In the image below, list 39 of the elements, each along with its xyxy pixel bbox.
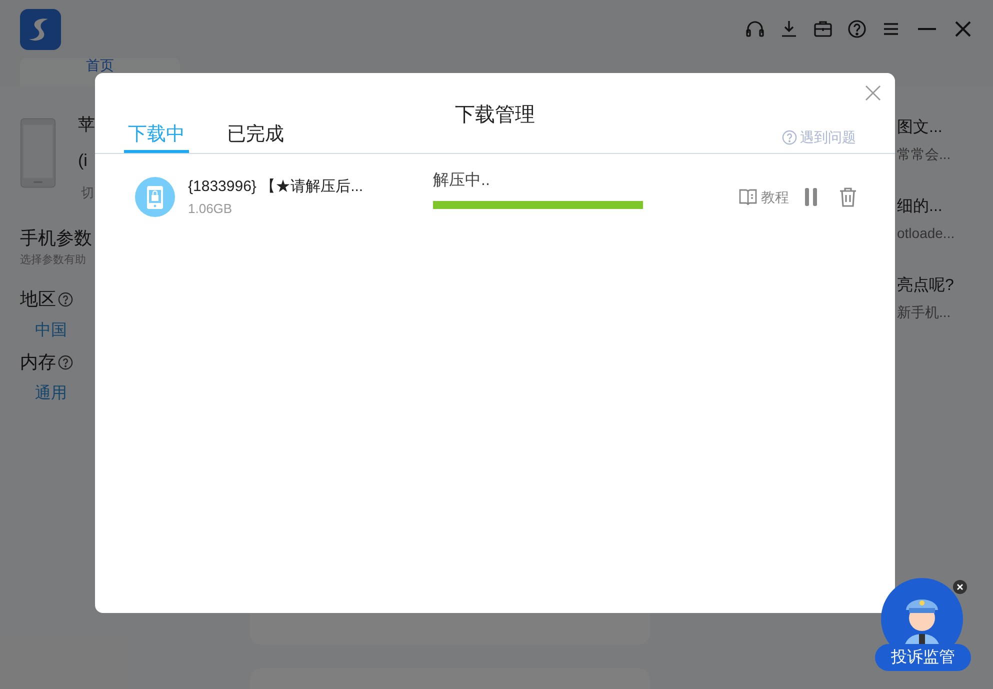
logo-icon xyxy=(20,8,61,50)
article-summary: 新手机... xyxy=(897,303,952,322)
dialog-title: 下载管理 xyxy=(455,103,535,128)
help-icon[interactable] xyxy=(58,355,73,370)
trash-icon[interactable] xyxy=(839,187,857,207)
file-size: 1.06GB xyxy=(188,200,234,218)
help-icon[interactable] xyxy=(847,19,867,39)
article-title[interactable]: 图文... xyxy=(897,116,993,140)
field-value[interactable]: 中国 xyxy=(20,319,95,343)
briefcase-icon[interactable] xyxy=(813,19,833,39)
switch-link[interactable]: 切 xyxy=(78,183,95,202)
pause-icon[interactable] xyxy=(803,188,819,206)
locked-phone-icon xyxy=(135,177,175,217)
help-text: 遇到问题 xyxy=(800,128,856,147)
field-label: 地区 xyxy=(20,288,56,311)
headphones-icon[interactable] xyxy=(745,19,765,39)
dialog-tab[interactable]: 下载中 xyxy=(124,120,189,153)
complaint-label: 投诉监管 xyxy=(875,644,971,671)
device-name: 苹 xyxy=(78,114,95,136)
article-title[interactable]: 细的... xyxy=(897,195,993,219)
download-icon[interactable] xyxy=(779,19,799,39)
close-icon[interactable] xyxy=(953,580,967,594)
section-hint: 选择参数有助 xyxy=(20,252,87,268)
article-summary: 常常会... xyxy=(897,145,952,164)
help-icon[interactable] xyxy=(58,292,73,307)
help-link[interactable]: 遇到问题 xyxy=(782,127,856,153)
help-icon xyxy=(782,130,797,145)
book-icon xyxy=(738,187,758,207)
section-title: 手机参数 xyxy=(20,226,93,250)
complaint-badge[interactable]: 投诉监管 xyxy=(875,578,971,672)
status-text: 解压中.. xyxy=(433,170,491,191)
file-name: {1833996} 【★请解压后... xyxy=(188,177,364,197)
article-title[interactable]: 亮点呢? xyxy=(897,274,993,298)
tutorial-button[interactable]: 教程 xyxy=(738,186,789,208)
dialog-tab[interactable]: 已完成 xyxy=(223,120,288,153)
field-value[interactable]: 通用 xyxy=(20,382,95,406)
field-label: 内存 xyxy=(20,351,56,374)
article-summary: otloade... xyxy=(897,224,956,243)
device-model: (i xyxy=(78,150,88,172)
